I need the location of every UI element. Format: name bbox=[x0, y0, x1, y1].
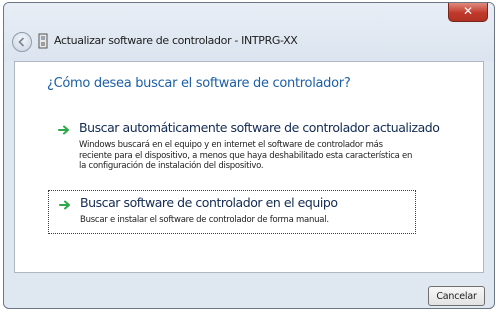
cancel-button[interactable]: Cancelar bbox=[428, 286, 485, 306]
browse-computer-option[interactable]: Buscar software de controlador en el equ… bbox=[48, 190, 416, 234]
option-description: Windows buscará en el equipo y en intern… bbox=[79, 140, 413, 171]
page-title: ¿Cómo desea buscar el software de contro… bbox=[47, 76, 351, 91]
option-title: Buscar automáticamente software de contr… bbox=[79, 120, 440, 135]
close-button[interactable]: ✕ bbox=[448, 3, 488, 22]
title-bar: ✕ Actualizar software de controlador - I… bbox=[4, 3, 494, 61]
green-arrow-icon bbox=[59, 200, 70, 210]
green-arrow-icon bbox=[58, 125, 69, 135]
dialog-window: ✕ Actualizar software de controlador - I… bbox=[3, 2, 495, 309]
option-description: Buscar e instalar el software de control… bbox=[80, 215, 329, 225]
back-button[interactable] bbox=[12, 32, 32, 52]
content-panel: ¿Cómo desea buscar el software de contro… bbox=[14, 61, 484, 273]
window-title: Actualizar software de controlador - INT… bbox=[54, 34, 298, 47]
back-arrow-icon bbox=[18, 37, 25, 47]
search-automatically-option[interactable]: Buscar automáticamente software de contr… bbox=[48, 116, 440, 178]
device-manager-icon bbox=[38, 33, 48, 49]
option-title: Buscar software de controlador en el equ… bbox=[80, 195, 338, 210]
